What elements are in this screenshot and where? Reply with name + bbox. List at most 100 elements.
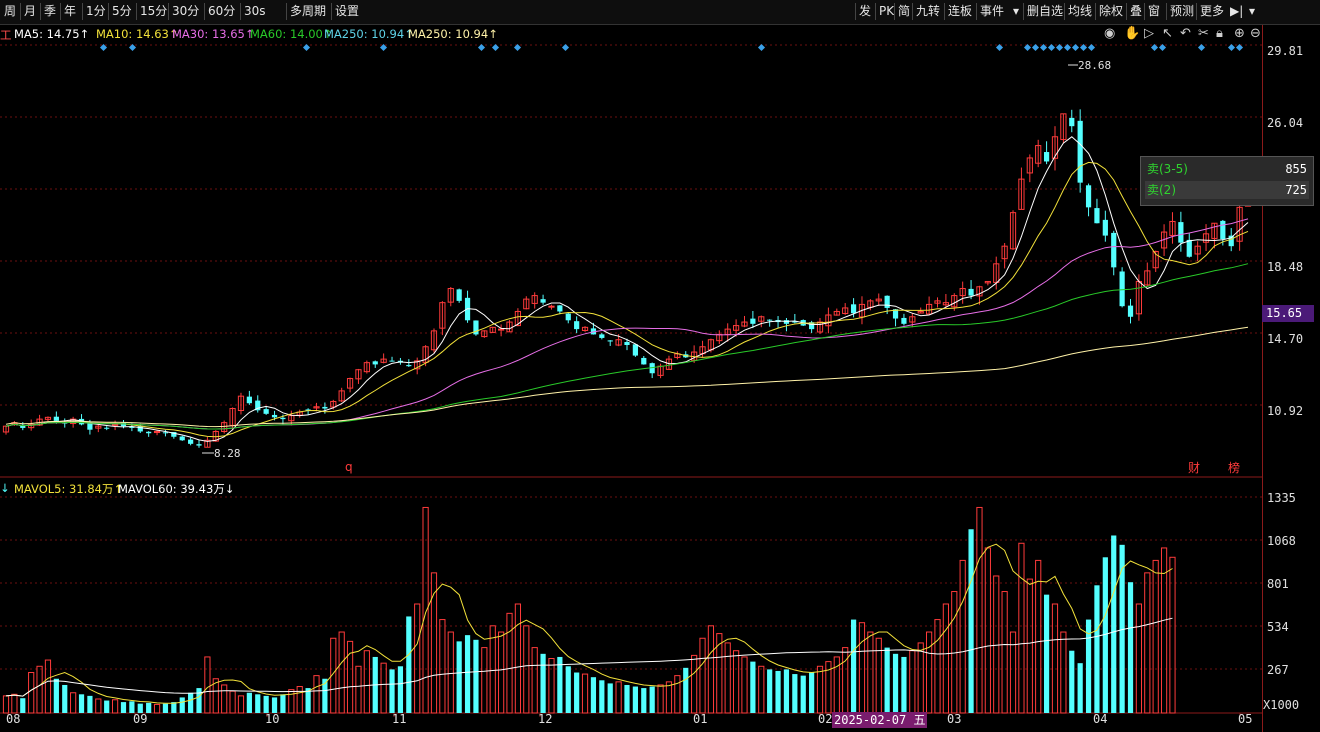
tab-period-11[interactable]: 设置 bbox=[333, 3, 361, 20]
high-price-annotation: 28.68 bbox=[1078, 59, 1111, 72]
volume-bar bbox=[120, 702, 127, 713]
volume-bar bbox=[153, 703, 161, 714]
hand-icon[interactable]: ✋ bbox=[1124, 26, 1140, 41]
tool-button-0[interactable]: 发 bbox=[857, 3, 873, 20]
time-tick-label: 05 bbox=[1238, 712, 1253, 726]
tool-button-4[interactable]: 连板 bbox=[946, 3, 974, 20]
volume-bar bbox=[20, 698, 26, 713]
time-tick-label: 10 bbox=[265, 712, 280, 726]
highlight-date: 2025-02-07 五 bbox=[832, 712, 928, 728]
tab-period-5[interactable]: 5分 bbox=[110, 3, 134, 20]
volume-bar bbox=[1051, 603, 1059, 714]
tool-button-6[interactable]: 删自选 bbox=[1025, 3, 1065, 20]
tab-period-9[interactable]: 30s bbox=[242, 3, 268, 20]
volume-bar bbox=[607, 683, 613, 713]
toolbar-divider bbox=[82, 3, 83, 20]
volume-bar bbox=[44, 659, 52, 714]
volume-prefix: ↓ bbox=[0, 481, 10, 495]
zoom-in-icon[interactable]: ⊕ bbox=[1234, 26, 1245, 41]
toolbar-divider bbox=[1126, 3, 1127, 20]
volume-bar bbox=[1026, 578, 1033, 714]
scissors-icon[interactable]: ✂ bbox=[1198, 26, 1209, 41]
volume-bar bbox=[397, 666, 404, 713]
volume-bar bbox=[464, 635, 471, 713]
time-tick-label: 11 bbox=[392, 712, 407, 726]
signal-diamond bbox=[1071, 43, 1080, 52]
candle-body bbox=[1043, 152, 1050, 162]
tool-button-5[interactable]: 事件 bbox=[978, 3, 1006, 20]
volume-bar bbox=[179, 697, 185, 713]
menu-arrow-icon[interactable]: ▾ bbox=[1247, 3, 1257, 20]
play-icon[interactable]: ▷ bbox=[1144, 26, 1154, 41]
volume-bar bbox=[809, 672, 815, 713]
volume-bar bbox=[574, 672, 580, 713]
candle-body bbox=[1077, 120, 1083, 183]
tab-period-8[interactable]: 60分 bbox=[206, 3, 237, 20]
tool-button-3[interactable]: 九转 bbox=[914, 3, 942, 20]
toolbar-divider bbox=[1064, 3, 1065, 20]
volume-bar bbox=[683, 667, 689, 713]
volume-bar bbox=[498, 631, 505, 714]
eye-icon[interactable]: ◉ bbox=[1104, 26, 1115, 41]
volume-legend-item: MAVOL5: 31.84万↑ bbox=[14, 482, 124, 496]
candle-body bbox=[1127, 305, 1134, 317]
tool-button-12[interactable]: 更多 bbox=[1198, 3, 1226, 20]
time-tick-label: 03 bbox=[947, 712, 962, 726]
toolbar-divider bbox=[912, 3, 913, 20]
tab-period-0[interactable]: 周 bbox=[2, 3, 18, 20]
sidebar-toggle-icon[interactable]: ▶| bbox=[1228, 3, 1245, 20]
order-row-label: 卖(3-5) bbox=[1147, 162, 1188, 176]
order-book-popup: 卖(3-5) 855 卖(2) 725 bbox=[1140, 156, 1314, 206]
tab-period-3[interactable]: 年 bbox=[62, 3, 78, 20]
volume-bar bbox=[867, 631, 874, 714]
candle-body bbox=[783, 320, 790, 324]
tool-button-7[interactable]: 均线 bbox=[1066, 3, 1094, 20]
volume-bar bbox=[53, 678, 59, 713]
candle-body bbox=[246, 396, 252, 404]
volume-bar bbox=[355, 665, 362, 714]
tab-period-1[interactable]: 月 bbox=[22, 3, 38, 20]
candle-body bbox=[574, 321, 580, 330]
volume-bar bbox=[481, 647, 488, 714]
toolbar: 周月季年 1分 5分 15分 30分 60分 30s 多周期 设置 发 PK 简九转 连板 事件 删自选均… bbox=[0, 0, 1320, 25]
volume-bar bbox=[204, 656, 211, 714]
candle-body bbox=[540, 299, 546, 303]
volume-bar bbox=[901, 656, 907, 713]
volume-bar bbox=[78, 694, 85, 713]
candle-body bbox=[280, 417, 286, 420]
volume-bar bbox=[221, 684, 228, 714]
time-tick-label: 01 bbox=[693, 712, 708, 726]
ma-legend-item: MA5: 14.75↑ bbox=[14, 27, 90, 41]
tool-button-2[interactable]: 简 bbox=[896, 3, 912, 20]
toolbar-divider bbox=[855, 3, 856, 20]
signal-diamond bbox=[1047, 43, 1056, 52]
zoom-out-icon[interactable]: ⊖ bbox=[1250, 26, 1261, 41]
tool-button-8[interactable]: 除权 bbox=[1097, 3, 1125, 20]
tab-period-2[interactable]: 季 bbox=[42, 3, 58, 20]
toolbar-divider bbox=[1196, 3, 1197, 20]
cursor-icon[interactable]: ↖ bbox=[1162, 26, 1173, 41]
undo-icon[interactable]: ↶ bbox=[1180, 26, 1191, 41]
signal-diamond bbox=[757, 43, 766, 52]
dropdown-arrow-icon[interactable]: ▾ bbox=[1011, 3, 1021, 20]
volume-bar bbox=[767, 669, 773, 713]
candle-body bbox=[1085, 185, 1092, 208]
candle-body bbox=[196, 444, 202, 446]
tab-period-6[interactable]: 15分 bbox=[138, 3, 169, 20]
kline-chart[interactable]: 28.68 8.28 q 财 榜 bbox=[0, 25, 1262, 732]
volume-bar bbox=[892, 653, 899, 713]
tool-button-10[interactable]: 窗 bbox=[1146, 3, 1162, 20]
tab-period-7[interactable]: 30分 bbox=[170, 3, 201, 20]
volume-bar bbox=[615, 681, 622, 714]
tool-button-9[interactable]: 叠 bbox=[1128, 3, 1144, 20]
volume-bar bbox=[514, 603, 522, 714]
lock-icon[interactable]: 🔒︎ bbox=[1216, 26, 1223, 41]
cai-marker: 财 bbox=[1188, 461, 1200, 475]
tab-period-10[interactable]: 多周期 bbox=[288, 3, 328, 20]
volume-bar bbox=[271, 697, 278, 713]
tab-period-4[interactable]: 1分 bbox=[84, 3, 108, 20]
tool-button-11[interactable]: 预测 bbox=[1168, 3, 1196, 20]
volume-bar bbox=[87, 695, 93, 713]
volume-bar bbox=[649, 686, 655, 713]
toolbar-divider bbox=[331, 3, 332, 20]
